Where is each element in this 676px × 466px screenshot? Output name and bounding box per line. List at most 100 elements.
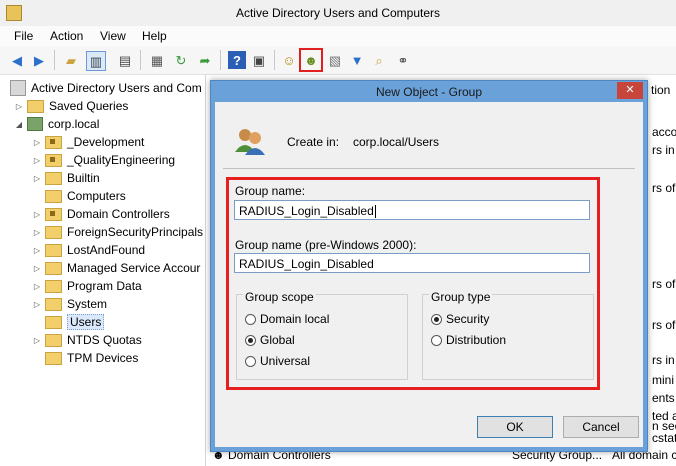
group-scope-label: Group scope [243, 290, 316, 304]
tree-item-system[interactable]: ▷ System [32, 295, 107, 313]
tree-item-tpm-devices[interactable]: TPM Devices [32, 349, 138, 367]
list-item-fragment: cstatic [652, 431, 676, 445]
expand-arrow-icon[interactable]: ▷ [32, 300, 42, 309]
tree-item-foreignsecurityprincipals[interactable]: ▷ ForeignSecurityPrincipals [32, 223, 203, 241]
group-name-pre2000-input[interactable]: RADIUS_Login_Disabled [234, 253, 590, 273]
list-item-fragment: rs in the [652, 143, 676, 157]
menu-file[interactable]: File [14, 29, 33, 43]
expand-arrow-icon[interactable]: ▷ [32, 174, 42, 183]
add-to-group-icon[interactable]: ⚭ [394, 51, 412, 69]
group-icon [235, 129, 265, 155]
tree-root[interactable]: Active Directory Users and Com [10, 79, 202, 97]
new-ou-icon[interactable]: ▧ [326, 51, 344, 69]
dialog-title-bar: New Object - Group ✕ [211, 81, 647, 101]
tree-item-saved-queries[interactable]: ▷ Saved Queries [14, 97, 128, 115]
tree-item-computers[interactable]: Computers [32, 187, 126, 205]
console-root-icon [10, 80, 26, 96]
find-icon[interactable]: ⌕ [370, 51, 388, 69]
expand-arrow-icon[interactable]: ▷ [32, 156, 42, 165]
tree-item-qualityengineering[interactable]: ▷ _QualityEngineering [32, 151, 175, 169]
expand-arrow-icon[interactable]: ▷ [14, 102, 24, 111]
collapse-arrow-icon[interactable]: ◢ [14, 120, 24, 129]
expand-arrow-icon[interactable]: ▷ [32, 264, 42, 273]
list-item-fragment: mini [652, 373, 675, 387]
new-user-icon[interactable]: ☺ [280, 51, 298, 69]
folder-icon [45, 261, 62, 275]
tree-item-builtin[interactable]: ▷ Builtin [32, 169, 100, 187]
folder-icon [45, 315, 62, 329]
create-in-path: corp.local/Users [353, 135, 440, 149]
radio-domain-local[interactable]: Domain local [245, 312, 329, 326]
folder-icon [45, 171, 62, 185]
menu-view[interactable]: View [100, 29, 126, 43]
tree-item-domain-controllers[interactable]: ▷ Domain Controllers [32, 205, 170, 223]
export-list-icon[interactable]: ▦ [148, 51, 166, 69]
tree-item-managed-service-accounts[interactable]: ▷ Managed Service Accour [32, 259, 200, 277]
action-pane-icon[interactable]: ▣ [250, 51, 268, 69]
divider [223, 168, 635, 169]
toolbar-separator [54, 50, 55, 70]
export-icon[interactable]: ➦ [196, 51, 214, 69]
list-item-fragment: rs of [652, 277, 676, 291]
ok-button[interactable]: OK [477, 416, 553, 438]
ou-icon [45, 207, 62, 221]
tree-item-users[interactable]: Users [32, 313, 105, 331]
folder-icon [45, 189, 62, 203]
expand-arrow-icon[interactable]: ▷ [32, 282, 42, 291]
folder-icon [45, 333, 62, 347]
tree-item-lostandfound[interactable]: ▷ LostAndFound [32, 241, 145, 259]
title-bar: Active Directory Users and Computers [0, 0, 676, 27]
ou-icon [45, 153, 62, 167]
cancel-button[interactable]: Cancel [563, 416, 639, 438]
menu-help[interactable]: Help [142, 29, 167, 43]
close-button[interactable]: ✕ [617, 82, 643, 99]
group-name-input[interactable]: RADIUS_Login_Disabled [234, 200, 590, 220]
expand-arrow-icon[interactable]: ▷ [32, 336, 42, 345]
radio-button[interactable] [431, 334, 442, 346]
dialog-title: New Object - Group [375, 85, 483, 99]
expand-arrow-icon[interactable]: ▷ [32, 228, 42, 237]
create-in-label: Create in: [287, 135, 340, 149]
folder-icon [27, 99, 44, 113]
up-folder-icon[interactable]: ▰ [62, 51, 80, 69]
expand-arrow-icon[interactable]: ▷ [32, 138, 42, 147]
expand-arrow-icon[interactable]: ▷ [32, 210, 42, 219]
menu-bar: File Action View Help [0, 26, 676, 46]
folder-icon [45, 297, 62, 311]
toolbar: ◀ ▶ ▰ ▥ ▤ ▦ ↻ ➦ ? ▣ ☺ ☻ ▧ ▼ ⌕ ⚭ [0, 46, 676, 75]
folder-icon [45, 351, 62, 365]
forward-arrow-icon[interactable]: ▶ [30, 51, 48, 69]
console-tree: Active Directory Users and Com ▷ Saved Q… [0, 75, 206, 466]
radio-distribution[interactable]: Distribution [431, 333, 506, 347]
list-item-fragment: rs of [652, 181, 676, 195]
properties-icon[interactable]: ▤ [116, 51, 134, 69]
list-item-fragment: rs in th [652, 353, 676, 367]
radio-button[interactable] [245, 355, 256, 367]
tree-item-ntds-quotas[interactable]: ▷ NTDS Quotas [32, 331, 142, 349]
radio-universal[interactable]: Universal [245, 354, 310, 368]
ou-icon [45, 135, 62, 149]
tree-item-corp-local[interactable]: ◢ corp.local [14, 115, 99, 133]
new-group-dialog: New Object - Group ✕ Create in: corp.loc… [210, 80, 648, 452]
radio-security[interactable]: Security [431, 312, 489, 326]
folder-icon [45, 225, 62, 239]
radio-global[interactable]: Global [245, 333, 295, 347]
radio-button-selected[interactable] [245, 334, 256, 346]
show-tree-icon[interactable]: ▥ [86, 51, 106, 71]
expand-arrow-icon[interactable]: ▷ [32, 246, 42, 255]
new-group-icon[interactable]: ☻ [299, 48, 323, 72]
menu-action[interactable]: Action [50, 29, 83, 43]
text-caret [374, 205, 376, 219]
radio-button[interactable] [245, 313, 256, 325]
folder-icon [45, 279, 62, 293]
tree-item-program-data[interactable]: ▷ Program Data [32, 277, 142, 295]
folder-icon [45, 243, 62, 257]
radio-button-selected[interactable] [431, 313, 442, 325]
group-name-label: Group name: [235, 184, 306, 198]
tree-item-development[interactable]: ▷ _Development [32, 133, 144, 151]
filter-icon[interactable]: ▼ [348, 51, 366, 69]
refresh-icon[interactable]: ↻ [172, 51, 190, 69]
back-arrow-icon[interactable]: ◀ [8, 51, 26, 69]
help-icon[interactable]: ? [228, 51, 246, 69]
toolbar-separator [220, 50, 221, 70]
